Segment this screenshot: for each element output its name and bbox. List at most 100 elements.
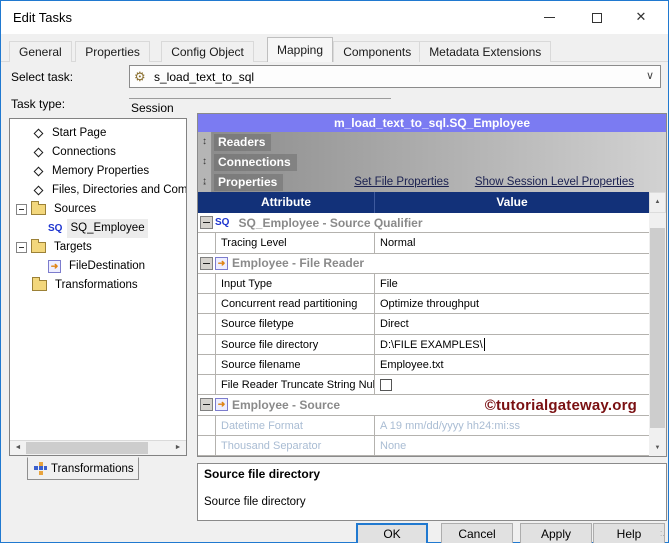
tab-config-object[interactable]: Config Object (161, 41, 254, 62)
source-qualifier-icon: SQ (215, 217, 230, 229)
select-task-combobox[interactable]: ⚙ s_load_text_to_sql ∨ (129, 65, 661, 88)
scroll-left-icon[interactable]: ◄ (10, 441, 26, 455)
value-column-header: Value (374, 192, 649, 213)
row-gutter (198, 355, 215, 374)
chevron-down-icon[interactable]: ∨ (646, 69, 654, 82)
section-label: Properties (214, 173, 284, 191)
maximize-icon[interactable] (582, 5, 612, 29)
scroll-down-icon[interactable]: ▼ (649, 441, 666, 456)
tree-item-filedestination[interactable]: ➜ FileDestination (10, 257, 186, 276)
grid-row-source-file-directory: Source file directory D:\FILE EXAMPLES\ (198, 334, 649, 355)
session-gear-icon: ⚙ (134, 69, 146, 84)
expand-collapse-icon[interactable]: ↕ (198, 152, 212, 172)
minimize-icon[interactable] (534, 5, 564, 29)
row-gutter (198, 213, 215, 232)
value-cell[interactable]: File (374, 273, 649, 293)
collapse-minus-icon[interactable] (200, 398, 213, 412)
description-title: Source file directory (204, 467, 321, 481)
scroll-right-icon[interactable]: ► (170, 441, 186, 455)
dialog-button-row: OK Cancel Apply Help (1, 523, 668, 543)
expand-collapse-icon[interactable]: ↕ (198, 132, 212, 152)
value-cell[interactable]: Employee.txt (374, 354, 649, 374)
attribute-description-pane: Source file directory Source file direct… (197, 463, 667, 521)
row-gutter (198, 314, 215, 333)
set-file-properties-link[interactable]: Set File Properties (354, 176, 449, 188)
session-properties-panel: m_load_text_to_sql.SQ_Employee ↕ Readers… (197, 113, 667, 457)
value-cell[interactable]: Normal (374, 233, 649, 253)
tab-general[interactable]: General (9, 41, 72, 62)
collapse-minus-icon[interactable] (16, 204, 27, 215)
collapse-minus-icon[interactable] (200, 256, 213, 270)
folder-icon (31, 201, 46, 215)
section-label: Connections (214, 153, 297, 171)
grid-vertical-scrollbar[interactable]: ▼ (649, 213, 666, 456)
window-title: Edit Tasks (13, 10, 73, 25)
grid-group-row-employee-file-reader: ➜ Employee - File Reader (198, 254, 649, 274)
file-reader-icon: ➜ (215, 398, 228, 412)
tree-item-memory-properties[interactable]: Memory Properties (10, 162, 186, 181)
tab-strip: General Properties Config Object Mapping Com… (1, 37, 668, 62)
description-text: Source file directory (204, 496, 306, 508)
grid-row-datetime-format: Datetime Format A 19 mm/dd/yyyy hh24:mi:s… (198, 415, 649, 436)
grid-row-input-type: Input Type File (198, 273, 649, 294)
apply-button[interactable]: Apply (520, 523, 592, 543)
edit-tasks-dialog: Edit Tasks ✕ General Properties Config Obj… (0, 0, 669, 543)
value-cell[interactable]: None (374, 435, 649, 455)
transformations-grid-icon (34, 462, 47, 475)
value-cell[interactable]: Direct (374, 314, 649, 334)
value-cell[interactable] (374, 375, 649, 395)
select-task-label: Select task: (11, 70, 74, 84)
tab-components[interactable]: Components (333, 41, 422, 62)
scrollbar-thumb[interactable] (650, 228, 665, 428)
tree-item-targets[interactable]: Targets (10, 238, 186, 257)
attribute-cell: Datetime Format (215, 415, 374, 435)
tree-item-connections[interactable]: Connections (10, 143, 186, 162)
task-type-label: Task type: (11, 97, 66, 111)
grid-row-source-filename: Source filename Employee.txt (198, 354, 649, 375)
collapse-minus-icon[interactable] (16, 242, 27, 253)
attribute-cell: Source file directory (215, 334, 374, 354)
show-session-level-properties-link[interactable]: Show Session Level Properties (475, 176, 634, 188)
tab-metadata-extensions[interactable]: Metadata Extensions (419, 41, 552, 62)
tree-item-label: FileDestination (69, 260, 146, 272)
grid-row-source-filetype: Source filetype Direct (198, 314, 649, 335)
attribute-cell: Source filetype (215, 314, 374, 334)
tree-horizontal-scrollbar[interactable]: ◄ ► (10, 440, 186, 455)
attribute-cell: Source filename (215, 354, 374, 374)
section-readers[interactable]: ↕ Readers (198, 132, 666, 152)
watermark-text: ©tutorialgateway.org (484, 397, 637, 415)
grid-group-row-sq-employee-source-qualifier: SQ SQ_Employee - Source Qualifier (198, 213, 649, 234)
grid-row-thousand-separator: Thousand Separator None (198, 435, 649, 456)
ok-button[interactable]: OK (356, 523, 428, 543)
tab-mapping[interactable]: Mapping (267, 37, 334, 62)
close-icon[interactable]: ✕ (626, 5, 656, 29)
tree-item-sq-employee[interactable]: SQ SQ_Employee (10, 219, 186, 238)
row-gutter (198, 254, 215, 273)
tree-item-start-page[interactable]: Start Page (10, 124, 186, 143)
scrollbar-thumb[interactable] (26, 442, 148, 454)
tree-item-transformations[interactable]: Transformations (10, 276, 186, 295)
file-reader-truncate-string-null-checkbox[interactable] (380, 379, 392, 391)
scroll-up-icon[interactable]: ▲ (649, 192, 666, 213)
value-cell[interactable]: A 19 mm/dd/yyyy hh24:mi:ss (374, 415, 649, 435)
value-cell[interactable]: Optimize throughput (374, 294, 649, 314)
collapse-minus-icon[interactable] (200, 216, 213, 230)
expand-collapse-icon[interactable]: ↨ (198, 172, 212, 192)
resize-grip[interactable]: ... (660, 526, 666, 540)
tree-item-files-directories-and-com[interactable]: Files, Directories and Com (10, 181, 186, 200)
help-button[interactable]: Help (593, 523, 665, 543)
tab-transformations[interactable]: Transformations (27, 457, 139, 480)
value-cell[interactable]: D:\FILE EXAMPLES\ (374, 334, 649, 354)
tree-item-sources[interactable]: Sources (10, 200, 186, 219)
attribute-cell: File Reader Truncate String Null (215, 375, 374, 395)
tab-properties[interactable]: Properties (75, 41, 150, 62)
section-properties[interactable]: ↨ Properties Set File Properties Show Se… (198, 172, 666, 192)
row-gutter (198, 335, 215, 354)
cancel-button[interactable]: Cancel (441, 523, 513, 543)
attributes-grid: SQ SQ_Employee - Source Qualifier Tracing … (198, 213, 649, 456)
file-target-icon: ➜ (48, 260, 61, 273)
grid-header: Attribute Value ▲ (198, 192, 666, 213)
section-connections[interactable]: ↕ Connections (198, 152, 666, 172)
attribute-column-header: Attribute (261, 195, 311, 209)
tree-item-label: Files, Directories and Com (52, 184, 187, 196)
